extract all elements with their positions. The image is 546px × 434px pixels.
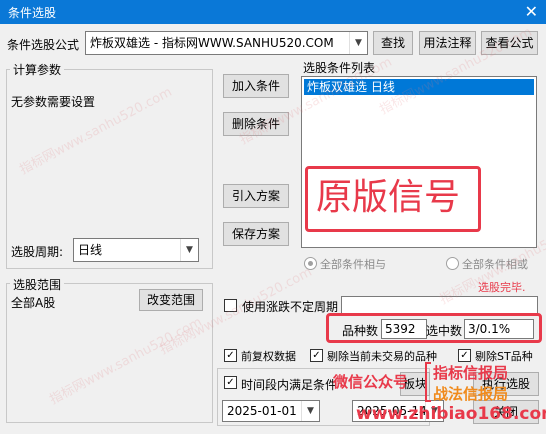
formula-label: 条件选股公式	[7, 38, 80, 52]
conditions-label: 选股条件列表	[303, 61, 376, 75]
exclude-untraded-checkbox[interactable]: ✓	[310, 349, 323, 362]
window-title: 条件选股	[8, 6, 57, 20]
range-group-label: 选股范围	[10, 276, 65, 293]
delete-condition-button[interactable]: 删除条件	[223, 112, 289, 136]
formula-select[interactable]: 炸板双雄选 - 指标网WWW.SANHU520.COM ▼	[85, 31, 368, 55]
usage-button[interactable]: 用法注释	[419, 31, 476, 55]
start-date-value: 2025-01-01	[227, 404, 297, 418]
period-select[interactable]: 日线 ▼	[73, 238, 199, 262]
view-formula-button[interactable]: 查看公式	[481, 31, 538, 55]
params-empty-text: 无参数需要设置	[11, 95, 96, 109]
time-range-checkbox[interactable]: ✓	[224, 376, 237, 389]
wechat-text: 微信公众号	[333, 373, 409, 391]
period-select-value: 日线	[78, 243, 103, 257]
range-value: 全部A股	[11, 296, 56, 310]
and-radio[interactable]	[304, 257, 317, 270]
import-scheme-button[interactable]: 引入方案	[223, 184, 289, 208]
or-radio[interactable]	[446, 257, 459, 270]
stamp-line1: 指标信报局	[433, 364, 509, 382]
indefinite-period-checkbox[interactable]	[224, 299, 237, 312]
pre-adjust-checkbox[interactable]: ✓	[224, 349, 237, 362]
indefinite-period-label: 使用涨跌不定周期	[242, 300, 339, 314]
time-range-label: 时间段内满足条件	[241, 378, 338, 392]
exclude-untraded-label: 剔除当前未交易的品种	[327, 350, 437, 363]
stamp-line2: 战法信报局	[433, 385, 509, 403]
signal-banner-text: 原版信号	[316, 177, 461, 218]
period-label: 选股周期:	[11, 245, 64, 259]
site-text: www.zhibiao168.com	[356, 404, 546, 424]
title-bar: 条件选股 ✕	[0, 0, 546, 24]
exclude-st-checkbox[interactable]: ✓	[458, 349, 471, 362]
start-date-picker[interactable]: 2025-01-01 ▼	[222, 400, 320, 422]
params-group-label: 计算参数	[10, 61, 65, 78]
chevron-down-icon[interactable]: ▼	[349, 32, 367, 54]
list-item[interactable]: 炸板双雄选 日线	[304, 79, 534, 95]
save-scheme-button[interactable]: 保存方案	[223, 222, 289, 246]
close-icon[interactable]: ✕	[525, 2, 538, 21]
add-condition-button[interactable]: 加入条件	[223, 74, 289, 98]
change-range-button[interactable]: 改变范围	[139, 289, 203, 311]
formula-select-value: 炸板双雄选 - 指标网WWW.SANHU520.COM	[90, 36, 334, 50]
find-button[interactable]: 查找	[373, 31, 413, 55]
chevron-down-icon[interactable]: ▼	[180, 239, 198, 261]
and-radio-label: 全部条件相与	[320, 258, 386, 271]
count-highlight-box	[326, 313, 542, 343]
stamp-bracket	[425, 362, 431, 402]
status-text: 选股完毕.	[478, 281, 526, 294]
calendar-dropdown-icon[interactable]: ▼	[301, 401, 319, 421]
or-radio-label: 全部条件相或	[462, 258, 528, 271]
pre-adjust-label: 前复权数据	[241, 350, 296, 363]
